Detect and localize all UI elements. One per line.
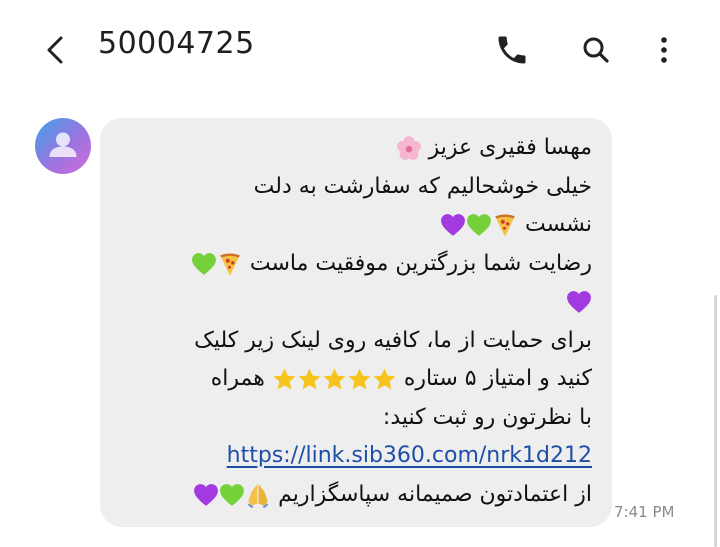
purple-heart-icon [566,290,592,314]
message-text: خیلی خوشحالیم که سفارشت به دلت [253,173,592,199]
green-heart-icon [466,213,492,237]
contact-title: 50004725 [98,26,255,61]
message-line: خیلی خوشحالیم که سفارشت به دلت [118,168,592,207]
message-bubble[interactable]: مهسا فقیری عزیز خیلی خوشحالیم که سفارشت … [100,118,612,527]
star-icon [297,367,322,392]
message-text: مهسا فقیری عزیز [428,135,592,160]
star-icon [347,367,372,392]
message-line: مهسا فقیری عزیز [118,129,592,168]
star-icon [372,367,397,392]
back-button[interactable] [36,30,76,70]
pizza-icon [217,251,243,277]
message-text: همراه [210,366,265,391]
green-heart-icon [191,252,217,276]
message-text: رضایت شما بزرگترین موفقیت ماست [249,250,592,276]
message-line: از اعتمادتون صمیمانه سپاسگزاریم [118,476,592,515]
message-timestamp: 7:41 PM [614,503,675,521]
back-arrow-icon [47,36,63,64]
message-text: از اعتمادتون صمیمانه سپاسگزاریم [278,481,592,507]
scrollbar[interactable] [714,295,717,547]
star-icon [322,367,347,392]
cherry-blossom-icon [396,135,422,161]
phone-icon [498,36,526,64]
contact-avatar[interactable] [35,118,91,174]
message-line: با نظرتون رو ثبت کنید: [118,399,592,438]
message-line [118,283,592,322]
message-text: نشست [525,212,592,237]
more-vertical-icon [661,37,667,63]
conversation-header: 50004725 [0,0,720,98]
message-text: برای حمایت از ما، کافیه روی لینک زیر کلی… [194,327,592,353]
message-line: رضایت شما بزرگترین موفقیت ماست [118,245,592,284]
green-heart-icon [219,483,245,507]
message-line: نشست [118,206,592,245]
folded-hands-icon [245,482,271,508]
call-button[interactable] [494,32,530,68]
message-line: برای حمایت از ما، کافیه روی لینک زیر کلی… [118,322,592,361]
message-link[interactable]: https://link.sib360.com/nrk1d212 [227,437,592,476]
star-icon [272,367,297,392]
person-icon [49,132,77,157]
message-line: https://link.sib360.com/nrk1d212 [118,437,592,476]
message-text: کنید و امتیاز ۵ ستاره [403,366,592,391]
message-text: با نظرتون رو ثبت کنید: [382,404,592,430]
more-options-button[interactable] [646,32,682,68]
pizza-icon [492,212,518,238]
search-icon [583,37,609,63]
purple-heart-icon [440,213,466,237]
message-line: کنید و امتیاز ۵ ستاره همراه [118,360,592,399]
purple-heart-icon [193,483,219,507]
search-button[interactable] [578,32,614,68]
